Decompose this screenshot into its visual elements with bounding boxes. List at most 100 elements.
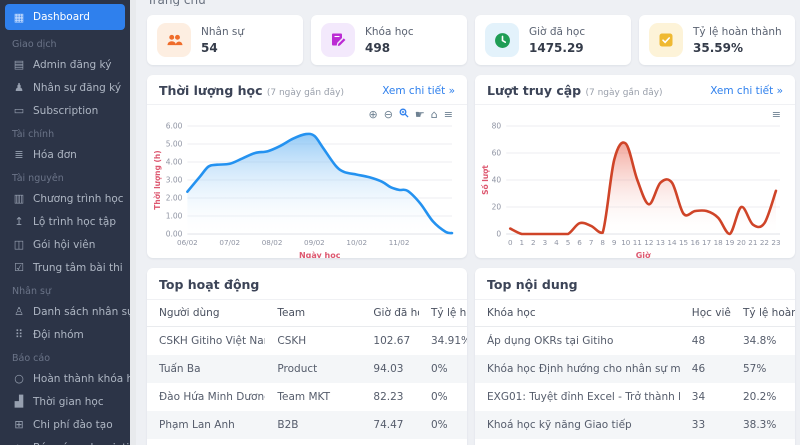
svg-text:20: 20 — [737, 238, 747, 247]
exam-center-icon: ☑ — [14, 261, 24, 274]
sidebar-item[interactable]: ⠿ Đội nhóm — [0, 323, 130, 346]
visits-chart: 0 20 40 60 80 0 1 2 3 4 5 6 7 8 9 10 11 12 13 14 15 16 17 18 19 2… — [481, 121, 786, 259]
selection-zoom-icon[interactable] — [399, 108, 409, 120]
svg-text:6: 6 — [577, 238, 582, 247]
svg-text:18: 18 — [714, 238, 724, 247]
svg-text:16: 16 — [691, 238, 701, 247]
svg-text:0: 0 — [508, 238, 513, 247]
cell-hours: 102.67 — [373, 335, 411, 347]
cell-course: Khóa học Định hướng cho nhân sự mới — [487, 363, 680, 375]
svg-text:Thời lượng (h): Thời lượng (h) — [153, 150, 162, 209]
cell-rate: 57% — [742, 363, 767, 375]
sidebar-item[interactable]: ▭ Subscription — [0, 99, 130, 122]
sidebar-item[interactable]: ☑ Trung tâm bài thi — [0, 256, 130, 279]
col-header: Khóa học — [475, 300, 680, 327]
svg-text:4: 4 — [554, 238, 559, 247]
svg-text:19: 19 — [725, 238, 735, 247]
user-register-icon: ♟ — [14, 81, 24, 94]
sidebar-item[interactable]: ▦ Dashboard — [5, 4, 125, 30]
svg-text:Giờ: Giờ — [636, 250, 651, 258]
course-completion-icon: ○ — [14, 372, 24, 385]
cell-hours: 82.23 — [373, 391, 404, 403]
chart-toolbar: ⊕ ⊖ ☛ ⌂ ≡ — [153, 107, 459, 121]
sidebar-item[interactable]: ≣ Hóa đơn — [0, 143, 130, 166]
charts-row: Thời lượng học (7 ngày gần đây) Xem chi … — [147, 75, 795, 258]
sidebar-item[interactable]: ↥ Lộ trình học tập — [0, 210, 130, 233]
view-detail-link[interactable]: Xem chi tiết » — [710, 85, 783, 97]
svg-text:3.00: 3.00 — [166, 176, 183, 185]
home-icon[interactable]: ⌂ — [431, 109, 438, 120]
stat-label: Tỷ lệ hoàn thành — [693, 26, 782, 39]
dashboard-icon: ▦ — [13, 10, 25, 24]
cell-user: CSKH Gitiho Việt Nam — [159, 335, 266, 347]
top-activity-card: Top hoạt động Người dùng Team Giờ đã học… — [147, 268, 467, 445]
sidebar-item[interactable]: ▟ Thời gian học — [0, 390, 130, 413]
sidebar-item-label: Lộ trình học tập — [33, 215, 117, 228]
cell-user: Bùi Huy Thành — [147, 439, 265, 445]
svg-text:07/02: 07/02 — [219, 238, 240, 247]
invoice-icon: ≣ — [14, 148, 24, 161]
zoom-in-icon[interactable]: ⊕ — [368, 109, 377, 120]
svg-text:8: 8 — [600, 238, 605, 247]
top-activity-table: Người dùng Team Giờ đã học Tỷ lệ hoàn th… — [147, 300, 467, 445]
top-content-table: Khóa học Học viên Tỷ lệ hoàn thành Áp dụ… — [475, 300, 795, 445]
staff-list-icon: ♙ — [14, 305, 24, 318]
chart-menu-icon[interactable]: ≡ — [772, 109, 781, 120]
sidebar-item[interactable]: ◫ Gói hội viên — [0, 233, 130, 256]
course-edit-icon — [321, 23, 355, 57]
stats-row: Nhân sự 54 Khóa học 498 Giờ đã học 1475.… — [147, 15, 795, 65]
pan-icon[interactable]: ☛ — [415, 109, 425, 120]
cell-hours: 94.03 — [373, 363, 404, 375]
cell-rate: 0% — [419, 439, 467, 445]
stat-card-hours: Giờ đã học 1475.29 — [475, 15, 631, 65]
chart0-canvas: 0.001.002.003.004.005.006.0006/02 07/02 08… — [153, 122, 454, 258]
sidebar-item[interactable]: ∿ Báo cáo subscription — [0, 436, 130, 445]
view-detail-link[interactable]: Xem chi tiết » — [382, 85, 455, 97]
cell-students: 34 — [691, 391, 706, 403]
svg-text:22: 22 — [760, 238, 769, 247]
sidebar-item[interactable]: ⊞ Chi phí đào tạo — [0, 413, 130, 436]
chart-subtitle: (7 ngày gần đây) — [585, 88, 663, 98]
stat-card-courses: Khóa học 498 — [311, 15, 467, 65]
stat-value: 1475.29 — [529, 40, 584, 55]
zoom-out-icon[interactable]: ⊖ — [384, 109, 393, 120]
sidebar-item[interactable]: ○ Hoàn thành khóa học — [0, 367, 130, 390]
cell-hours: 73.15 — [361, 439, 419, 445]
svg-text:13: 13 — [656, 238, 665, 247]
stat-value: 54 — [201, 40, 218, 55]
stat-label: Khóa học — [365, 26, 414, 39]
chart-menu-icon[interactable]: ≡ — [444, 109, 453, 120]
sidebar-item[interactable]: ♙ Danh sách nhân sự — [0, 300, 130, 323]
table-row: Khóa học Định hướng cho nhân sự mới 46 5… — [475, 355, 795, 383]
svg-text:9: 9 — [612, 238, 617, 247]
cell-team: Team 2, Team MKT, Creative — [265, 439, 361, 445]
svg-text:5.00: 5.00 — [166, 140, 183, 149]
sidebar-item[interactable]: ♟ Nhân sự đăng ký — [0, 76, 130, 99]
check-square-icon — [649, 23, 683, 57]
sidebar-item[interactable]: ▤ Admin đăng ký — [0, 53, 130, 76]
cell-user: Đào Hứa Minh Dương — [159, 391, 266, 403]
sidebar-item[interactable]: ▥ Chương trình học — [0, 187, 130, 210]
main-content: Trang chủ Nhân sự 54 — [136, 0, 800, 445]
col-header: Tỷ lệ hoàn thành — [730, 300, 795, 327]
svg-text:Ngày học: Ngày học — [299, 251, 341, 258]
svg-text:60: 60 — [492, 149, 502, 158]
cell-course: Áp dụng OKRs tại Gitiho — [487, 335, 614, 347]
sidebar: ▦ Dashboard Giao dịch ▤ Admin đăng ký ♟ … — [0, 0, 130, 445]
stat-value: 498 — [365, 40, 391, 55]
app-window: ▦ Dashboard Giao dịch ▤ Admin đăng ký ♟ … — [0, 0, 800, 445]
cell-team: Team MKT — [277, 391, 331, 403]
svg-text:09/02: 09/02 — [304, 238, 325, 247]
cell-rate: 20.2% — [742, 391, 777, 403]
sidebar-section-label: Tài nguyên — [12, 173, 64, 184]
table-title: Top nội dung — [487, 277, 578, 292]
sidebar-item-label: Chương trình học — [33, 192, 124, 205]
study-duration-chart: 0.00 1.00 2.00 3.00 4.00 5.00 6.00 06/02 07/02 08… — [153, 121, 458, 258]
svg-text:40: 40 — [492, 176, 502, 185]
svg-text:80: 80 — [492, 122, 502, 131]
study-time-icon: ▟ — [14, 395, 24, 408]
table-title: Top hoạt động — [159, 277, 260, 292]
top-content-card: Top nội dung Khóa học Học viên Tỷ lệ hoà… — [475, 268, 795, 445]
table-row: Đào tạo Sản phẩm - nhóm Kế toán 30 6.8% — [475, 439, 795, 445]
col-header: Tỷ lệ hoàn thành — [418, 300, 467, 327]
